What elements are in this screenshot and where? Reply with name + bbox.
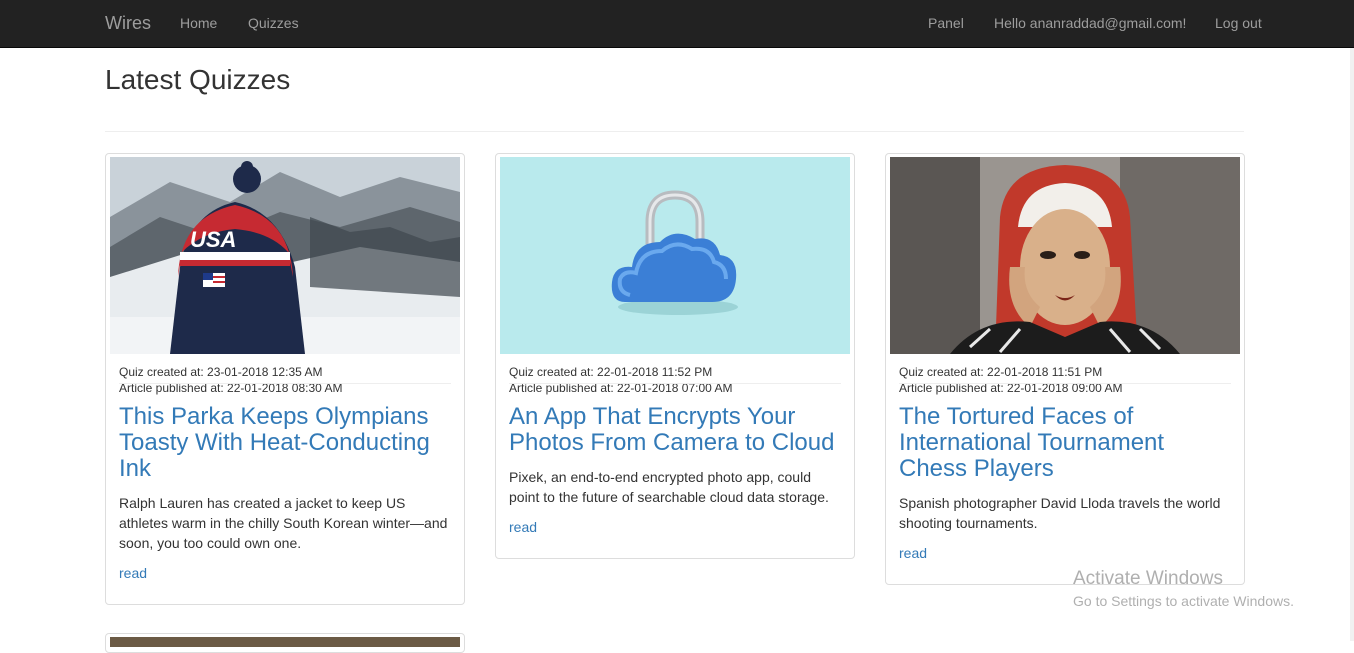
quiz-card: Quiz created at: 22-01-2018 11:52 PM Art… [495, 153, 855, 559]
quiz-description: Ralph Lauren has created a jacket to kee… [119, 495, 448, 551]
quiz-created-date: Quiz created at: 23-01-2018 12:35 AM [119, 365, 323, 379]
read-link[interactable]: read [119, 565, 147, 581]
quiz-description: Pixek, an end-to-end encrypted photo app… [509, 469, 829, 505]
nav-logout-link[interactable]: Log out [1215, 0, 1262, 47]
page-header-divider [105, 131, 1244, 132]
brand-link[interactable]: Wires [105, 0, 151, 47]
quiz-card-partial [105, 633, 465, 653]
read-link[interactable]: read [509, 519, 537, 535]
nav-home-link[interactable]: Home [180, 0, 217, 47]
page-title: Latest Quizzes [105, 64, 291, 95]
nav-quizzes-link[interactable]: Quizzes [248, 0, 299, 47]
watermark-subtitle: Go to Settings to activate Windows. [1073, 593, 1294, 609]
meta-divider [119, 383, 451, 384]
top-navbar: Wires Home Quizzes Panel Hello ananradda… [0, 0, 1354, 48]
vertical-scrollbar[interactable] [1350, 48, 1354, 641]
quiz-title-link[interactable]: An App That Encrypts Your Photos From Ca… [509, 404, 839, 456]
meta-divider [509, 383, 841, 384]
quiz-card: Quiz created at: 22-01-2018 11:51 PM Art… [885, 153, 1245, 585]
nav-panel-link[interactable]: Panel [928, 0, 964, 47]
article-image-chess-player[interactable] [890, 157, 1240, 354]
article-image-partial[interactable] [110, 637, 460, 647]
article-image-parka[interactable]: USA [110, 157, 460, 354]
nav-user-greeting-link[interactable]: Hello ananraddad@gmail.com! [994, 0, 1186, 47]
parka-usa-text: USA [190, 227, 236, 252]
read-link[interactable]: read [899, 545, 927, 561]
quiz-card: USA Quiz created at: 23-01-2018 12:35 AM… [105, 153, 465, 605]
quiz-description: Spanish photographer David Lloda travels… [899, 495, 1221, 531]
meta-divider [899, 383, 1231, 384]
activate-windows-watermark: Activate Windows Go to Settings to activ… [1073, 568, 1294, 611]
quiz-created-date: Quiz created at: 22-01-2018 11:51 PM [899, 365, 1103, 379]
quiz-title-link[interactable]: The Tortured Faces of International Tour… [899, 404, 1229, 482]
quiz-title-link[interactable]: This Parka Keeps Olympians Toasty With H… [119, 404, 449, 482]
watermark-title: Activate Windows [1073, 568, 1223, 589]
quiz-created-date: Quiz created at: 22-01-2018 11:52 PM [509, 365, 713, 379]
article-image-cloud-lock[interactable] [500, 157, 850, 354]
